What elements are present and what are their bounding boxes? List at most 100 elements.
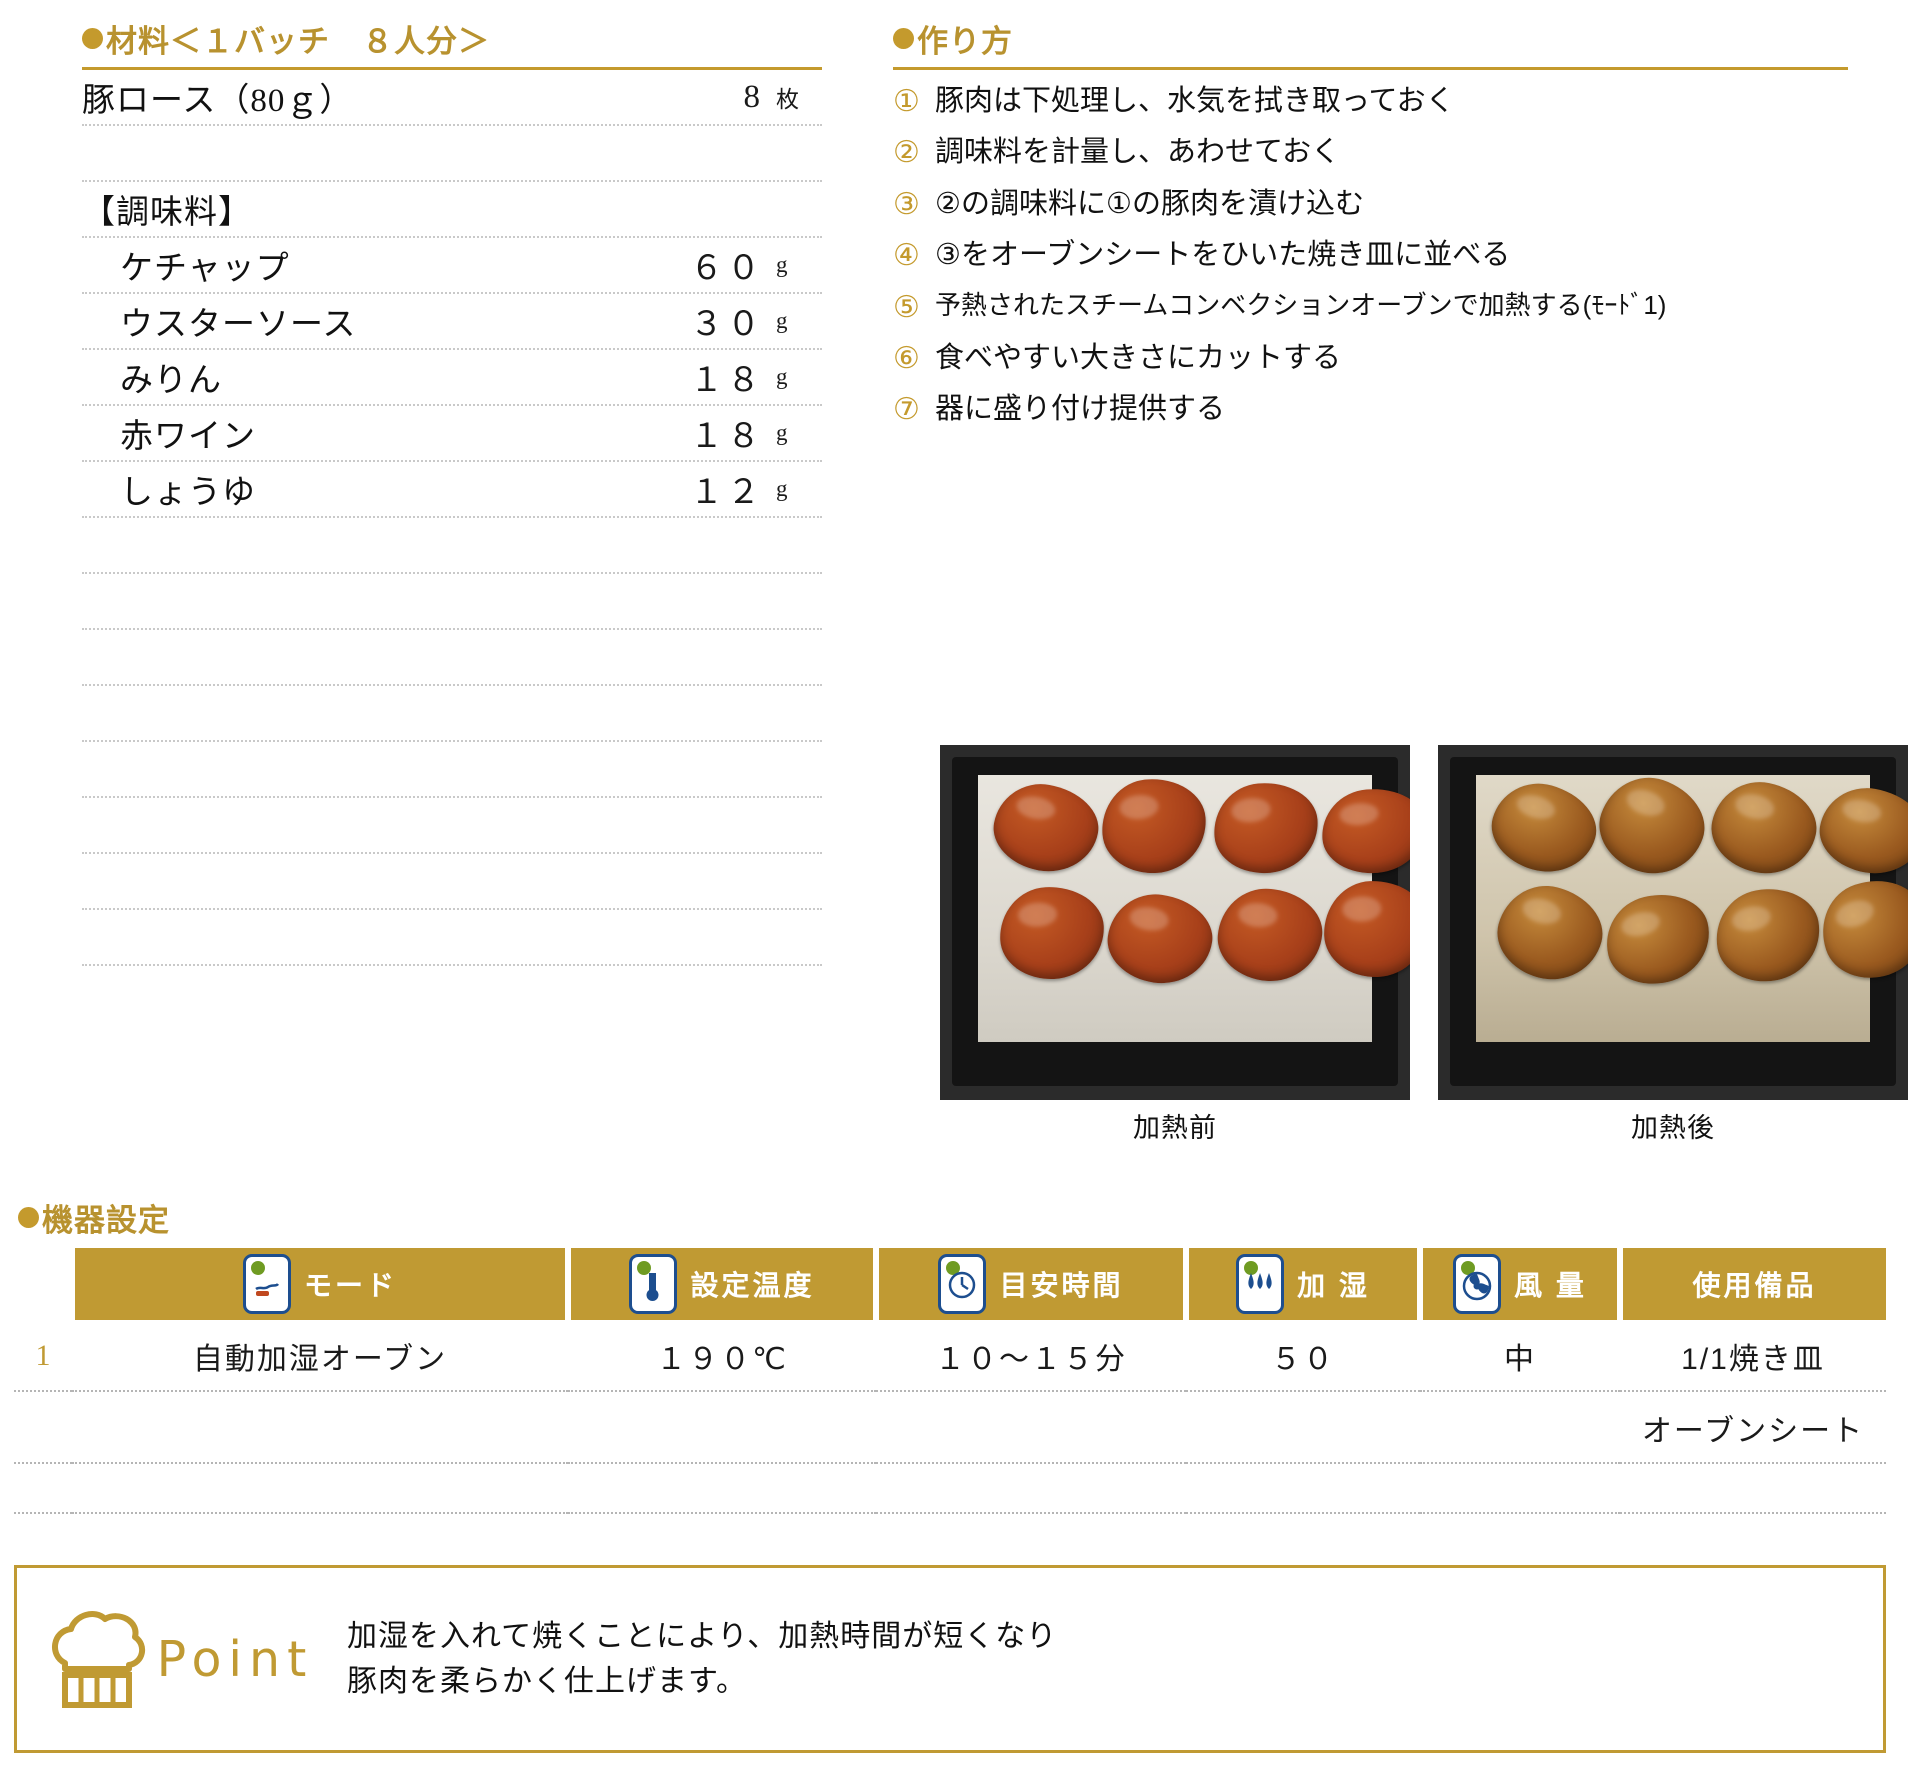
method-section: 作り方 ① 豚肉は下処理し、水気を拭き取っておく ② 調味料を計量し、あわせておく ③ ②… [893,16,1848,430]
ingredient-row [82,854,822,910]
clock-icon [938,1254,986,1314]
ingredient-quantity: ６０ [614,241,764,289]
point-logo: Point [17,1607,347,1711]
equipment-airflow-value [1420,1391,1620,1463]
ingredient-unit: g [764,476,822,502]
equipment-column-header: 加 湿 [1186,1248,1420,1320]
ingredient-row [82,686,822,742]
bullet-icon [82,28,103,49]
ingredient-name: 豚ロース（80ｇ） [82,73,614,121]
equipment-temperature-value: １９０℃ [568,1320,876,1391]
equipment-table-body: 1 自動加湿オーブン １９０℃ １０～１５分 ５０ 中 1/1焼き皿 オーブンシート [14,1320,1886,1513]
photo-caption: 加熱後 [1438,1106,1908,1145]
equipment-mode-value: 自動加湿オーブン [72,1320,568,1391]
food-piece [1099,775,1210,877]
ingredients-table: 豚ロース（80ｇ） 8 枚【調味料】 ケチャップ ６０ g ウスターソース ３０ g みりん １８ g… [82,70,822,966]
ingredient-row: みりん １８ g [82,350,822,406]
method-step: ③ ②の調味料に①の豚肉を漬け込む [893,186,1848,224]
equipment-mode-value [72,1391,568,1463]
ingredients-heading: 材料＜１バッチ ８人分＞ [82,16,822,61]
humidity-icon [1236,1254,1284,1314]
equipment-column-header: 風 量 [1420,1248,1620,1320]
photo-caption: 加熱前 [940,1106,1410,1145]
step-text: 食べやすい大きさにカットする [935,340,1341,377]
step-text: 豚肉は下処理し、水気を拭き取っておく [935,83,1455,120]
method-step: ① 豚肉は下処理し、水気を拭き取っておく [893,83,1848,121]
step-number: ⑦ [893,391,935,429]
step-text: ②の調味料に①の豚肉を漬け込む [935,186,1364,223]
equipment-column-label: モード [304,1264,397,1304]
step-number: ⑤ [893,289,935,327]
ingredient-row [82,126,822,182]
equipment-column-header: 設定温度 [568,1248,876,1320]
food-piece [1709,881,1828,990]
ingredient-row: 【調味料】 [82,182,822,238]
method-heading-label: 作り方 [917,16,1013,61]
ingredient-row: しょうゆ １２ g [82,462,822,518]
equipment-column-label: 目安時間 [999,1264,1123,1304]
ingredients-section: 材料＜１バッチ ８人分＞ 豚ロース（80ｇ） 8 枚【調味料】 ケチャップ ６０ g ウスタ… [82,16,822,966]
ingredient-name: みりん [82,353,614,401]
point-section: Point 加湿を入れて焼くことにより、加熱時間が短くなり 豚肉を柔らかく仕上げ… [14,1565,1886,1753]
step-text: 器に盛り付け提供する [935,391,1225,428]
step-number: ⑥ [893,340,935,378]
food-piece [1588,765,1717,888]
ingredient-row [82,910,822,966]
ingredient-row [82,742,822,798]
equipment-column-header: 使用備品 [1620,1248,1886,1320]
equipment-table: モード 設定温度 目安時間 加 湿 風 量 使用備品 1 自動加湿オーブン １９０℃ １０～１５… [14,1248,1886,1514]
ingredient-row [82,630,822,686]
ingredient-row: 赤ワイン １８ g [82,406,822,462]
step-text: ③をオーブンシートをひいた焼き皿に並べる [935,237,1510,274]
ingredient-row [82,518,822,574]
parchment-paper [1476,775,1870,1042]
ingredient-name: 赤ワイン [82,409,614,457]
equipment-section: 機器設定 モード 設定温度 目安時間 加 湿 風 量 使用備品 1 自動加湿オーブン １９０℃… [14,1195,1894,1514]
food-piece [1319,785,1410,877]
equipment-row-index [14,1391,72,1463]
method-step: ⑦ 器に盛り付け提供する [893,391,1848,429]
ingredient-name: しょうゆ [82,465,614,513]
ingredient-row: 豚ロース（80ｇ） 8 枚 [82,70,822,126]
ingredient-name: 【調味料】 [82,185,614,233]
equipment-column-label: 風 量 [1514,1264,1587,1304]
bullet-icon [893,28,914,49]
ingredient-row [82,798,822,854]
food-piece [1322,879,1410,979]
equipment-column-header: 目安時間 [876,1248,1186,1320]
ingredient-quantity: １８ [614,409,764,457]
ingredient-unit: g [764,252,822,278]
ingredient-name: ケチャップ [82,241,614,289]
equipment-airflow-value: 中 [1420,1320,1620,1391]
equipment-blank-row [14,1463,1886,1513]
photo-section: 加熱前 加熱後 [940,745,1908,1145]
food-piece [1215,885,1325,984]
equipment-temperature-value [568,1391,876,1463]
method-heading: 作り方 [893,16,1848,61]
method-divider [893,67,1848,70]
equipment-equipment-value: 1/1焼き皿 [1620,1320,1886,1391]
recipe-photo [940,745,1410,1100]
method-step: ④ ③をオーブンシートをひいた焼き皿に並べる [893,237,1848,275]
point-title: Point [157,1631,314,1688]
food-piece [1704,773,1824,883]
food-piece [1810,867,1908,991]
equipment-row: 1 自動加湿オーブン １９０℃ １０～１５分 ５０ 中 1/1焼き皿 [14,1320,1886,1391]
parchment-paper [978,775,1372,1042]
equipment-row: オーブンシート [14,1391,1886,1463]
ingredient-unit: 枚 [764,80,822,114]
method-step-list: ① 豚肉は下処理し、水気を拭き取っておく ② 調味料を計量し、あわせておく ③ ②の調味料… [893,83,1848,430]
equipment-column-label: 設定温度 [690,1264,814,1304]
step-number: ② [893,134,935,172]
ingredient-name: ウスターソース [82,297,614,345]
step-number: ① [893,83,935,121]
ingredient-row: ケチャップ ６０ g [82,238,822,294]
equipment-humidity-value [1186,1391,1420,1463]
photo-item: 加熱前 [940,745,1410,1145]
recipe-photo [1438,745,1908,1100]
method-step: ⑥ 食べやすい大きさにカットする [893,340,1848,378]
equipment-heading-label: 機器設定 [42,1195,170,1240]
food-piece [1210,779,1321,877]
thermometer-icon [629,1254,677,1314]
equipment-humidity-value: ５０ [1186,1320,1420,1391]
